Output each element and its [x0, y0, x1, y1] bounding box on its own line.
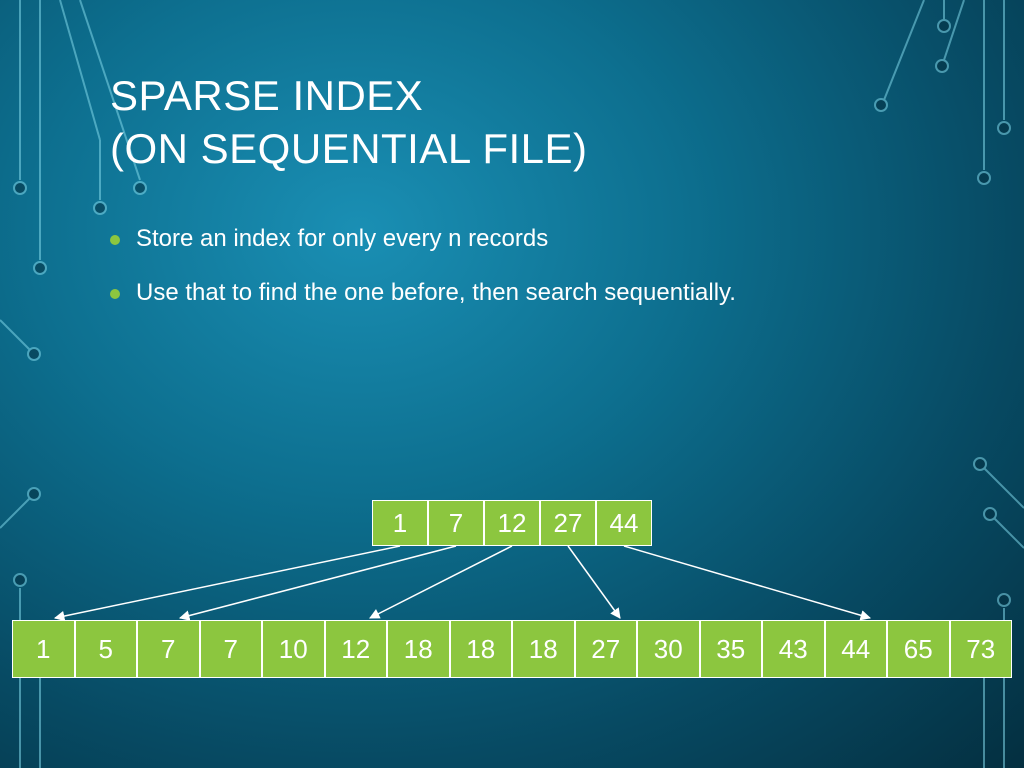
index-cell: 44: [596, 500, 652, 546]
data-cell: 27: [575, 620, 638, 678]
data-cell: 18: [387, 620, 450, 678]
title-line-2: (ON SEQUENTIAL FILE): [110, 125, 588, 172]
data-cell: 10: [262, 620, 325, 678]
index-cell: 7: [428, 500, 484, 546]
data-cell: 30: [637, 620, 700, 678]
index-row: 1 7 12 27 44: [372, 500, 652, 546]
data-row: 1 5 7 7 10 12 18 18 18 27 30 35 43 44 65…: [12, 620, 1012, 678]
data-cell: 73: [950, 620, 1013, 678]
title-line-1: SPARSE INDEX: [110, 72, 423, 119]
data-cell: 35: [700, 620, 763, 678]
data-cell: 43: [762, 620, 825, 678]
index-cell: 1: [372, 500, 428, 546]
data-cell: 7: [137, 620, 200, 678]
bullet-item: Store an index for only every n records: [110, 225, 910, 253]
index-cell: 27: [540, 500, 596, 546]
index-cell: 12: [484, 500, 540, 546]
data-cell: 65: [887, 620, 950, 678]
data-cell: 18: [450, 620, 513, 678]
data-cell: 18: [512, 620, 575, 678]
data-cell: 1: [12, 620, 75, 678]
bullet-item: Use that to find the one before, then se…: [110, 279, 910, 307]
circuit-deco-bottom-right: [844, 408, 1024, 768]
slide-title: SPARSE INDEX (ON SEQUENTIAL FILE): [110, 70, 588, 175]
data-cell: 5: [75, 620, 138, 678]
data-cell: 12: [325, 620, 388, 678]
circuit-deco-bottom-left: [0, 468, 120, 768]
data-cell: 44: [825, 620, 888, 678]
bullet-list: Store an index for only every n records …: [110, 225, 910, 333]
slide: SPARSE INDEX (ON SEQUENTIAL FILE) Store …: [0, 0, 1024, 768]
data-cell: 7: [200, 620, 263, 678]
circuit-deco-top-left: [0, 0, 220, 420]
